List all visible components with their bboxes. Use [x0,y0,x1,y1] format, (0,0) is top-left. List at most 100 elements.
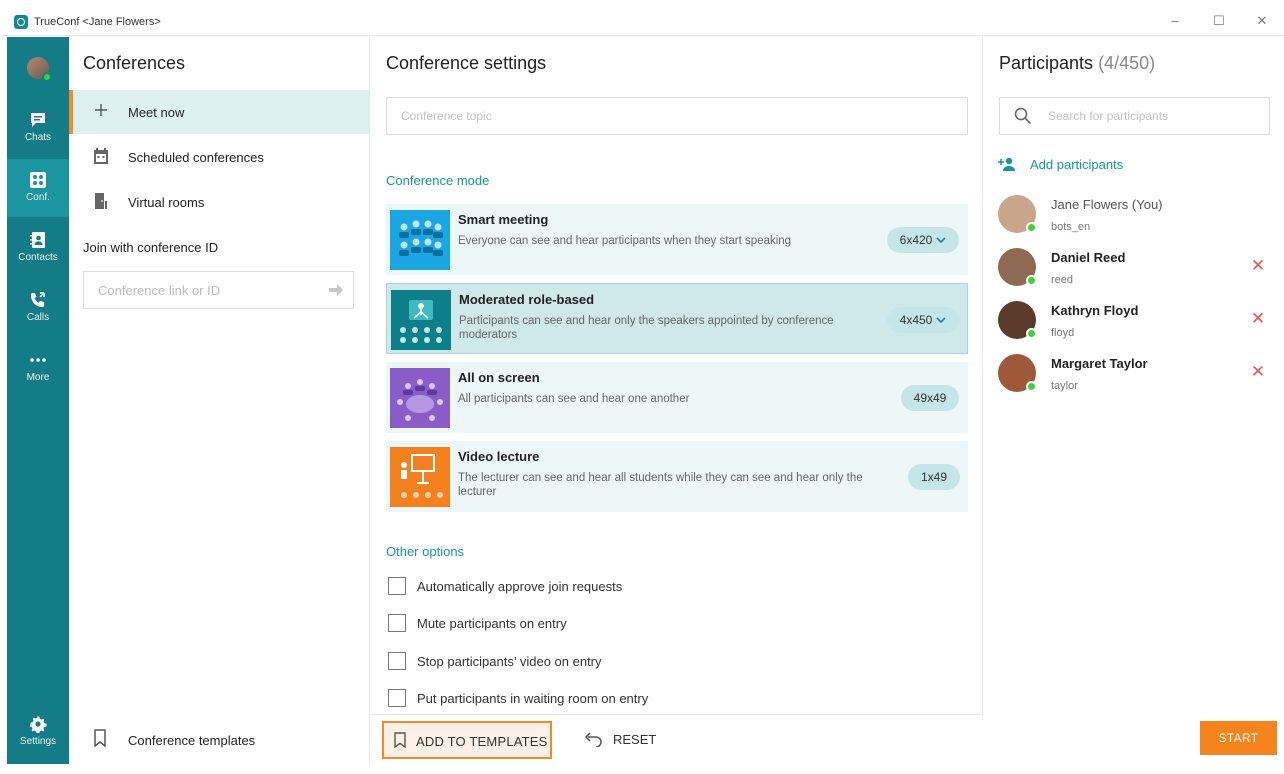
participant-row[interactable]: Margaret Taylor taylor ✕ [998,354,1278,400]
maximize-button[interactable]: ☐ [1209,12,1229,30]
search-icon [1014,107,1032,125]
remove-participant-icon[interactable]: ✕ [1250,257,1266,274]
conferences-title: Conferences [83,53,186,73]
mode-size-value: 6x420 [899,233,933,247]
add-to-templates-button[interactable]: ADD TO TEMPLATES [382,721,552,759]
checkbox[interactable] [388,614,406,632]
calls-icon [28,291,48,309]
start-conference-button[interactable]: START [1200,721,1277,755]
nav-chats[interactable]: Chats [7,99,69,157]
participant-login: taylor [1051,380,1078,392]
participant-row[interactable]: Jane Flowers (You) bots_en [998,195,1278,241]
meet-now-item[interactable]: Meet now [69,90,370,134]
nav-contacts-label: Contacts [18,252,58,263]
remove-participant-icon[interactable]: ✕ [1250,310,1266,327]
nav-chats-label: Chats [24,132,52,143]
option-label: Mute participants on entry [417,616,567,631]
undo-icon [583,731,603,752]
conference-templates-item[interactable]: Conference templates [69,717,370,761]
bookmark-icon [394,732,406,749]
nav-calls-label: Calls [26,312,50,323]
participant-name: Kathryn Floyd [1051,303,1139,318]
nav-more-label: More [26,372,50,383]
participant-login: bots_en [1051,221,1091,233]
bookmark-icon [93,729,109,748]
conference-id-input[interactable] [84,272,314,308]
remove-participant-icon[interactable]: ✕ [1250,363,1266,380]
arrow-right-icon[interactable] [327,281,345,299]
conference-topic-field [386,97,968,135]
online-status-indicator [42,72,52,82]
participants-count: (4/450) [1098,53,1156,73]
close-button[interactable]: ✕ [1252,12,1272,30]
add-user-icon [998,156,1018,172]
participant-login: floyd [1051,327,1075,339]
participant-search-input[interactable] [1048,98,1263,134]
nav-contacts[interactable]: Contacts [7,219,69,277]
add-to-templates-label: ADD TO TEMPLATES [416,734,548,749]
participant-login: reed [1051,274,1074,286]
calendar-icon [93,147,111,165]
door-icon [93,192,111,210]
participant-row[interactable]: Daniel Reed reed ✕ [998,248,1278,294]
mode-card-moderated-role-based[interactable]: Moderated role-based Participants can se… [386,283,968,354]
trueconf-logo-icon [14,15,28,29]
add-participants-label: Add participants [1030,157,1124,172]
conference-icon [28,171,48,189]
scheduled-conferences-label: Scheduled conferences [128,150,264,165]
conferences-pane: Conferences Meet now Scheduled conferenc… [69,37,370,764]
more-icon [28,351,48,369]
participant-search-field [999,97,1270,135]
online-status-indicator [1026,381,1037,392]
checkbox[interactable] [388,652,406,670]
option-label: Put participants in waiting room on entr… [417,691,649,706]
nav-settings-label: Settings [19,736,57,747]
title-bar: TrueConf <Jane Flowers> – ☐ ✕ [0,0,1284,36]
main-nav: Chats Conf. Contacts Calls More Settings [7,37,69,764]
minimize-button[interactable]: – [1165,12,1185,30]
virtual-rooms-label: Virtual rooms [128,195,205,210]
plus-icon [93,102,111,120]
conference-templates-label: Conference templates [128,733,256,748]
participant-row[interactable]: Kathryn Floyd floyd ✕ [998,301,1278,347]
mode-size-dropdown[interactable]: 6x420 [887,227,959,253]
virtual-rooms-item[interactable]: Virtual rooms [69,180,370,224]
mode-card-smart-meeting[interactable]: Smart meeting Everyone can see and hear … [386,204,968,275]
video-lecture-thumbnail [390,447,450,507]
nav-settings[interactable]: Settings [7,703,69,761]
conference-settings-pane: Conference settings Conference mode Smar… [371,37,983,764]
all-on-screen-thumbnail [390,368,450,428]
nav-conferences[interactable]: Conf. [7,159,69,217]
mode-card-video-lecture[interactable]: Video lecture The lecturer can see and h… [386,441,968,512]
participant-name: Margaret Taylor [1051,356,1148,371]
settings-action-bar: ADD TO TEMPLATES RESET [371,714,983,764]
participants-pane: Participants (4/450) Add participants Ja… [984,37,1284,764]
mode-size-badge: 1x49 [908,464,960,490]
nav-more[interactable]: More [7,339,69,397]
mode-size-dropdown[interactable]: 4x450 [887,307,959,333]
checkbox[interactable] [388,689,406,707]
reset-label: RESET [613,732,657,747]
participant-name: Jane Flowers (You) [1051,197,1163,212]
chat-icon [28,111,48,129]
online-status-indicator [1026,275,1037,286]
mode-card-all-on-screen[interactable]: All on screen All participants can see a… [386,362,968,433]
conference-topic-input[interactable] [387,98,967,134]
online-status-indicator [1026,222,1037,233]
scheduled-conferences-item[interactable]: Scheduled conferences [69,135,370,179]
online-status-indicator [1026,328,1037,339]
option-label: Stop participants’ video on entry [417,654,602,669]
conference-mode-heading: Conference mode [386,173,490,188]
mode-size-value: 4x450 [899,313,933,327]
join-conference-title: Join with conference ID [83,240,219,255]
nav-calls[interactable]: Calls [7,279,69,337]
participants-title: Participants (4/450) [999,53,1155,74]
reset-button[interactable]: RESET [583,721,673,759]
mode-name: Video lecture [458,449,540,464]
mode-description: All participants can see and hear one an… [458,393,690,405]
other-options-heading: Other options [386,544,465,559]
participants-title-text: Participants [999,53,1094,73]
mode-description: Participants can see and hear only the s… [459,315,834,341]
checkbox[interactable] [388,577,406,595]
conference-id-field [83,271,354,309]
